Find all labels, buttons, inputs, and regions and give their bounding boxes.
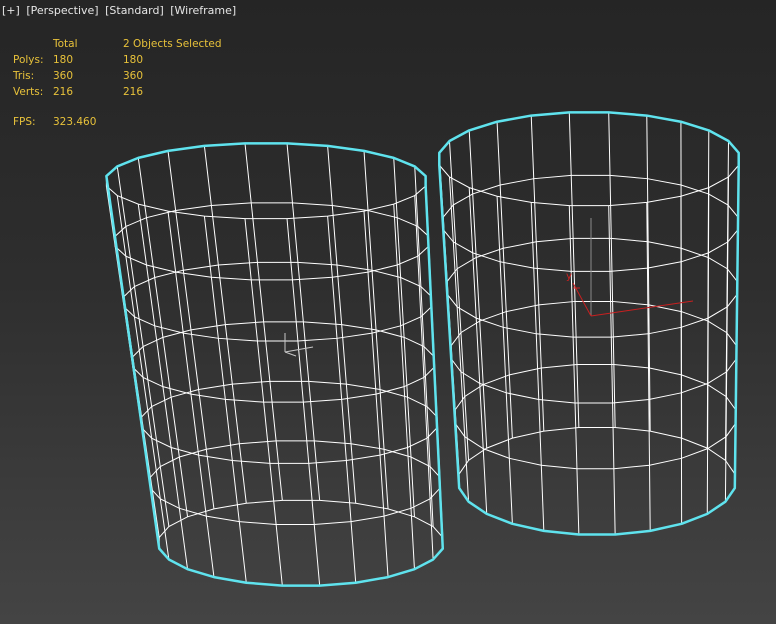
wire-edge [530,202,545,531]
wire-ring [132,321,435,403]
wire-ring [450,300,737,404]
cylinder-object-left[interactable] [105,142,445,587]
wireframe-scene: y [105,111,740,587]
wire-edge [116,166,170,527]
wire-edge [680,121,683,439]
wire-edge [724,141,730,461]
wire-edge [167,211,215,578]
wire-ring [123,261,432,342]
wire-edge [468,187,488,514]
perspective-viewport[interactable]: [+] [Perspective] [Standard] [Wireframe]… [0,0,776,624]
wire-edge [203,216,247,583]
wire-edge [363,211,389,578]
gizmo-x-axis [590,300,694,317]
wire-edge [327,216,357,583]
wire-edge [137,157,189,517]
wire-ring [141,380,438,464]
wire-edge [116,195,170,560]
wire-edge [448,176,470,502]
wire-edge [327,145,357,504]
wire-ring [114,202,429,281]
wire-edge [167,150,215,509]
cylinder-object-right[interactable] [438,111,740,536]
wire-edge [496,196,513,524]
wire-edge [393,157,415,517]
wire-ring [446,237,738,338]
wire-edge [203,145,247,504]
gizmo-y-label: y [566,271,572,282]
wire-ring [454,363,737,470]
wire-edge [530,115,545,432]
wire-edge [468,130,488,449]
wire-edge [414,166,434,527]
